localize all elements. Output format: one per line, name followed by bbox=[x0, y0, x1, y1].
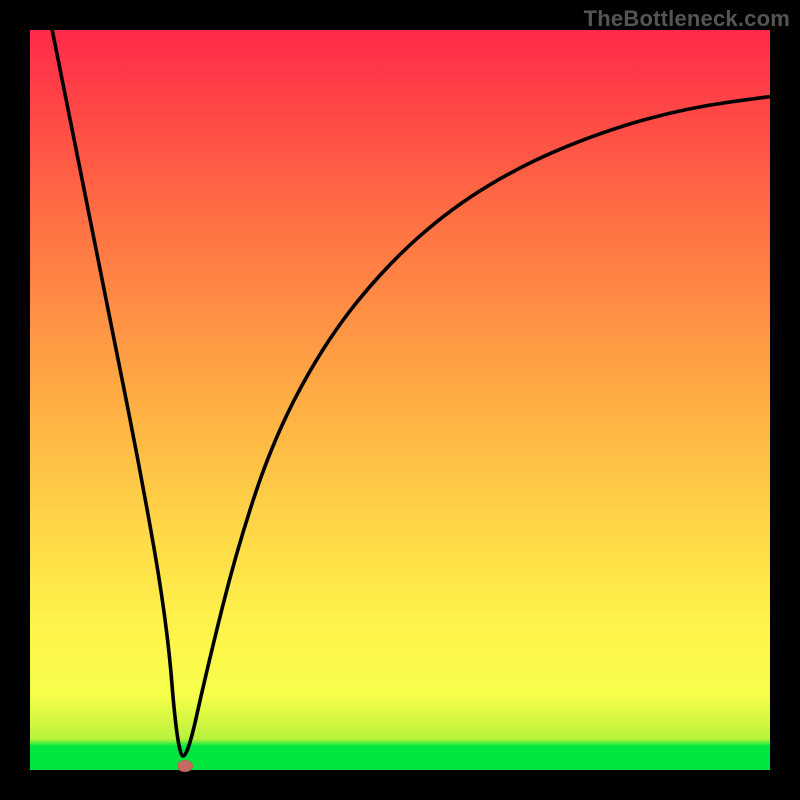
chart-frame: TheBottleneck.com bbox=[0, 0, 800, 800]
watermark-text: TheBottleneck.com bbox=[584, 6, 790, 32]
bottleneck-curve bbox=[30, 30, 770, 770]
plot-area bbox=[30, 30, 770, 770]
optimal-point-marker bbox=[177, 760, 193, 772]
